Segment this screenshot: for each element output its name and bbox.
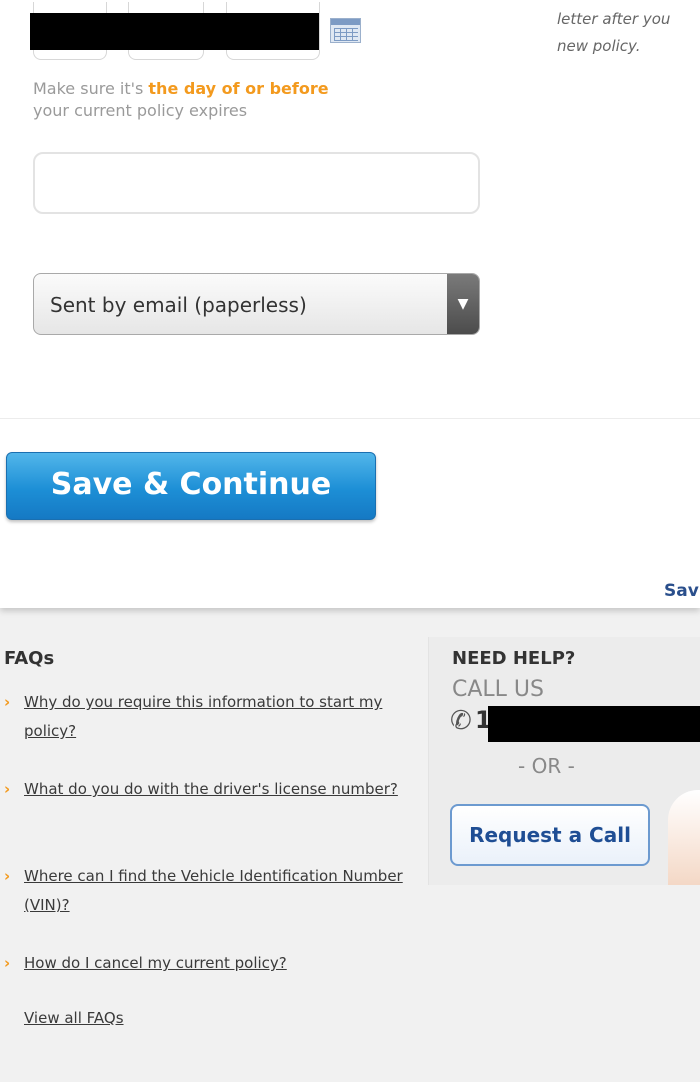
save-continue-button[interactable]: Save & Continue bbox=[6, 452, 376, 520]
section-divider bbox=[0, 418, 700, 419]
faq-item[interactable]: › What do you do with the driver's licen… bbox=[4, 775, 404, 804]
side-note: letter after you new policy. bbox=[557, 6, 700, 60]
side-note-line2: new policy. bbox=[557, 37, 641, 55]
hint-prefix: Make sure it's bbox=[33, 79, 149, 98]
faqs-title: FAQs bbox=[4, 648, 55, 669]
faq-item[interactable]: › Why do you require this information to… bbox=[4, 688, 404, 746]
faq-item[interactable]: › How do I cancel my current policy? bbox=[4, 949, 404, 978]
hint-highlight: the day of or before bbox=[148, 79, 329, 98]
view-all-faqs-link[interactable]: View all FAQs bbox=[24, 1009, 124, 1027]
faq-link[interactable]: Where can I find the Vehicle Identificat… bbox=[24, 862, 404, 920]
faq-link[interactable]: What do you do with the driver's license… bbox=[24, 775, 404, 804]
chevron-down-icon[interactable]: ▼ bbox=[447, 274, 479, 334]
hint-suffix: your current policy expires bbox=[33, 101, 248, 120]
chevron-right-icon: › bbox=[4, 780, 11, 798]
request-call-button[interactable]: Request a Call bbox=[450, 804, 650, 866]
call-us-label: CALL US bbox=[452, 677, 544, 702]
save-link[interactable]: Sav bbox=[664, 581, 699, 601]
chevron-right-icon: › bbox=[4, 693, 11, 711]
side-note-line1: letter after you bbox=[557, 10, 671, 28]
redacted-phone-number bbox=[488, 706, 700, 742]
faq-link[interactable]: Why do you require this information to s… bbox=[24, 688, 404, 746]
start-date-hint: Make sure it's the day of or before your… bbox=[33, 78, 433, 122]
text-input-field[interactable] bbox=[33, 152, 480, 214]
form-panel: letter after you new policy. Make sure i… bbox=[0, 0, 700, 608]
calendar-icon[interactable] bbox=[330, 18, 361, 43]
delivery-method-value: Sent by email (paperless) bbox=[50, 293, 307, 317]
redacted-date bbox=[30, 13, 319, 50]
phone-icon: ✆ bbox=[450, 706, 472, 736]
agent-photo bbox=[668, 790, 700, 885]
or-separator: - OR - bbox=[518, 754, 575, 778]
need-help-title: NEED HELP? bbox=[452, 648, 576, 669]
faq-item[interactable]: › Where can I find the Vehicle Identific… bbox=[4, 862, 404, 920]
chevron-right-icon: › bbox=[4, 867, 11, 885]
faq-link[interactable]: How do I cancel my current policy? bbox=[24, 949, 404, 978]
chevron-right-icon: › bbox=[4, 954, 11, 972]
delivery-method-select[interactable]: Sent by email (paperless) ▼ bbox=[33, 273, 480, 335]
